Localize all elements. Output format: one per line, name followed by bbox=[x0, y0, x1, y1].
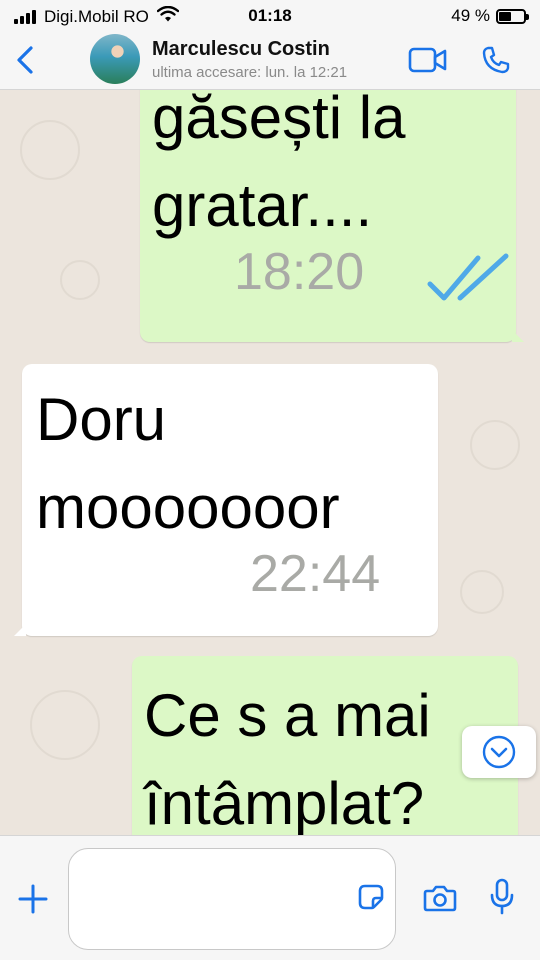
outgoing-message[interactable]: Ce s a mai întâmplat? bbox=[132, 656, 518, 835]
message-text-line: găsești la bbox=[152, 90, 406, 151]
chevron-down-circle-icon bbox=[482, 735, 516, 769]
video-camera-icon bbox=[408, 47, 447, 73]
last-seen-status: ultima accesare: lun. la 12:21 bbox=[152, 64, 348, 81]
message-time: 22:44 bbox=[250, 545, 381, 603]
message-text-line: Ce s a mai bbox=[144, 682, 431, 749]
message-text-line: mooooooor bbox=[36, 474, 340, 541]
voice-call-button[interactable] bbox=[478, 42, 514, 78]
phone-icon bbox=[482, 46, 510, 74]
contact-name[interactable]: Marculescu Costin bbox=[152, 38, 330, 61]
battery-percent: 49 % bbox=[451, 6, 490, 25]
plus-icon bbox=[18, 884, 48, 914]
video-call-button[interactable] bbox=[408, 46, 448, 74]
sticker-button[interactable] bbox=[356, 882, 386, 912]
wallpaper-doodle bbox=[60, 260, 100, 300]
sticker-icon bbox=[358, 884, 384, 910]
read-receipt-icon bbox=[426, 250, 512, 311]
message-time: 18:20 bbox=[234, 243, 365, 301]
wallpaper-doodle bbox=[30, 690, 100, 760]
microphone-icon bbox=[490, 878, 514, 915]
back-button[interactable] bbox=[10, 42, 40, 78]
message-text-line: gratar.... bbox=[152, 172, 373, 239]
battery-level bbox=[499, 11, 511, 21]
outgoing-message[interactable]: găsești la gratar.... 18:20 bbox=[140, 90, 524, 342]
voice-message-button[interactable] bbox=[488, 878, 516, 916]
wallpaper-doodle bbox=[470, 420, 520, 470]
message-list[interactable]: găsești la gratar.... 18:20 Doru moooooo… bbox=[0, 90, 540, 835]
chat-header: Marculescu Costin ultima accesare: lun. … bbox=[0, 32, 540, 90]
wallpaper-doodle bbox=[20, 120, 80, 180]
message-text-line: Doru bbox=[36, 386, 167, 453]
message-input[interactable] bbox=[68, 848, 396, 950]
message-text-line: întâmplat? bbox=[144, 770, 425, 835]
wallpaper-doodle bbox=[460, 570, 504, 614]
status-bar: Digi.Mobil RO 01:18 49 % bbox=[0, 0, 540, 32]
battery-icon bbox=[496, 8, 529, 24]
camera-button[interactable] bbox=[422, 882, 458, 914]
camera-icon bbox=[423, 885, 457, 912]
battery-group: 49 % bbox=[451, 6, 529, 26]
contact-avatar[interactable] bbox=[90, 34, 140, 84]
attach-button[interactable] bbox=[16, 882, 50, 916]
incoming-message[interactable]: Doru mooooooor 22:44 bbox=[14, 364, 438, 636]
chevron-left-icon bbox=[17, 46, 33, 74]
scroll-to-bottom-button[interactable] bbox=[462, 726, 536, 778]
composer-bar bbox=[0, 835, 540, 960]
